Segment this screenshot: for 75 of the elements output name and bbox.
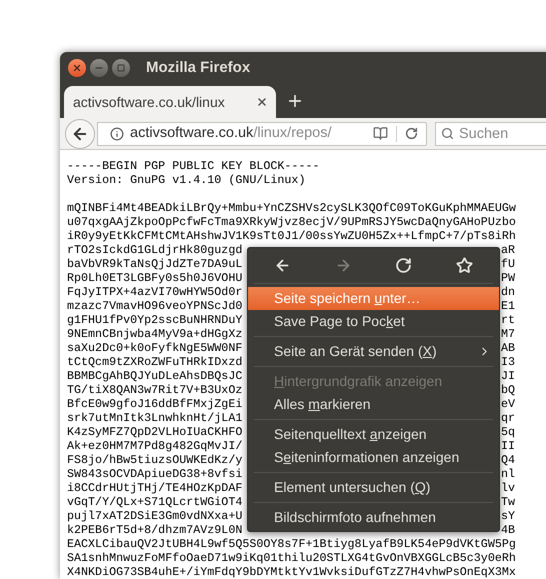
key-text-line: lv [500, 481, 515, 495]
key-text-line: vGqT/Y/QLx+S71QLcrtWGiOT4 [67, 495, 242, 509]
reader-view-icon[interactable] [373, 126, 388, 141]
key-text-line: M7 [500, 327, 515, 341]
key-header-line: -----BEGIN PGP PUBLIC KEY BLOCK----- [67, 159, 320, 173]
key-text-line: baVbVR9kTaNsQjJdZTe7DA9uL [67, 257, 242, 271]
menu-item[interactable]: Bildschirmfoto aufnehmen [248, 506, 499, 529]
key-text-line: X4NKDiOG73SB4uhE+/iYmFdqY9bDYMtktYv1WvksiDufGTzZ7H4vhwPsOnEqX3Mx [67, 565, 516, 579]
key-text-line: BBMBCgAhBQJYuDLeAhsDBQsJC [67, 369, 242, 383]
key-text-line: JI [500, 369, 515, 383]
new-tab-icon[interactable] [286, 92, 304, 110]
key-text-line: AB [500, 341, 515, 355]
address-bar[interactable]: activsoftware.co.uk/linux/repos/ [97, 122, 427, 146]
browser-tab[interactable]: activsoftware.co.uk/linux [64, 86, 276, 118]
key-text-line: dn [500, 285, 515, 299]
key-text-line: tCtQcm9tZXRoZWFuTHRkIDxzd [67, 355, 242, 369]
key-text-line: E1 [500, 299, 515, 313]
key-text-line: iR0y9yEtKkCFMtCMtAHshwJV1K9sTt0J1/00ssYwZU0H5Zx++LfmpC+7/pTs8iRh [67, 229, 516, 243]
key-text-line: fU [500, 257, 515, 271]
key-text-line: FS8jo/hBw5tiuzsOUWKEdKz/y [67, 453, 242, 467]
reload-icon[interactable] [405, 127, 418, 140]
back-button[interactable] [65, 118, 95, 148]
key-text-line: rt [500, 313, 515, 327]
key-text-line: pujl7xAT2DSiE3Gm0vdNXxa+U [67, 509, 242, 523]
key-text-line: bQ [500, 383, 515, 397]
key-text-line: k2PEB6rT5d+8/dhzm7AVz9L0N [67, 523, 242, 537]
key-text-line: 5q [500, 425, 515, 439]
key-text-line: TG/tiX8QAN3w7Rit7V+B3UxOz [67, 383, 242, 397]
key-text-line: sY [500, 509, 515, 523]
key-text-line: I3 [500, 355, 515, 369]
key-text-line: EACXLCibauQV2JtUBH4L9wf5Q5S0OY8s7F+1Btiyg8LyafB9LK54eP9dVKtGW5Pg [67, 537, 516, 551]
key-text-line: 4B [500, 523, 515, 537]
key-text-line: nl [500, 467, 515, 481]
minimize-button[interactable] [90, 59, 108, 77]
key-text-line: u07qxgAAjZkpoOpPcfwFcTma9XRkyWjvz8ecjV/9UPmRSJY5wcDaQnyGAHoPUzbo [67, 215, 516, 229]
key-text-line: Q4 [500, 453, 515, 467]
window-title: Mozilla Firefox [146, 58, 250, 78]
key-text-line: saXu2Dc0+k0oFyfkNgE5WW0NF [67, 341, 242, 355]
search-field[interactable]: Suchen [435, 122, 546, 146]
key-text-line: FqJyITPX+4azVI70wHYW5Od0r [67, 285, 242, 299]
close-icon [72, 63, 82, 73]
menu-item[interactable]: Seite an Gerät senden (X) [248, 340, 499, 363]
key-text-line: g1FHU1fPv0Yp2sscBuNHRNDuY [67, 313, 242, 327]
star-icon[interactable] [456, 256, 473, 274]
key-text-line: Ak+ez0HM7M7Pd8g482GqMvJI/ [67, 439, 242, 453]
back-icon[interactable] [274, 256, 291, 274]
key-text-line: i8CCdrHUtjTHj/TE4HOzKpDAF [67, 481, 242, 495]
key-text-line: rTO2sIckdG1GLdjrHk80guzgd [67, 243, 242, 257]
info-icon[interactable] [110, 126, 124, 140]
close-button[interactable] [68, 59, 86, 77]
key-text-line: Rp0Lh0ET3LGBFy0s5h0J6VOHU [67, 271, 242, 285]
key-text-line: 9NEmnCBnjwba4MyV9a+dHGgXz [67, 327, 242, 341]
menu-item[interactable]: Save Page to Pocket [248, 310, 499, 333]
key-text-line: SA1snhMnwuzFoMFfoOaeD71w9iKq01thilu20STLXG4tGvOnVBXGGLcB5c3y0eRh [67, 551, 516, 565]
key-text-line: II [500, 439, 515, 453]
menu-item[interactable]: Element untersuchen (Q) [248, 476, 499, 499]
key-text-line: BfcE0w9gfoJ16ddBfFMxjZgEi [67, 397, 242, 411]
key-text-line: Tw [500, 495, 515, 509]
maximize-icon [117, 64, 125, 72]
tab-close-icon[interactable] [256, 96, 268, 108]
key-text-line: SW843sOCVDApiueDG38+8vfsi [67, 467, 242, 481]
menu-item[interactable]: Alles markieren [248, 393, 499, 416]
key-text-line: qr [500, 411, 515, 425]
key-header-line: Version: GnuPG v1.4.10 (GNU/Linux) [67, 173, 306, 187]
menu-item[interactable]: Seiteninformationen anzeigen [248, 446, 499, 469]
key-text-line: mzazc7VmavHO96veoYPNScJd0 [67, 299, 242, 313]
key-text-line: aR [500, 243, 515, 257]
maximize-button[interactable] [112, 59, 130, 77]
key-text-line: PW [500, 271, 515, 285]
key-text-line: mQINBFi4Mt4BEADkiLBrQy+Mmbu+YnCZSHVs2cySLK3QOfC09ToKGuKphMMAEUGw [67, 201, 516, 215]
search-icon [441, 126, 454, 140]
menu-item[interactable]: Seitenquelltext anzeigen [248, 423, 499, 446]
key-text-line: eV [500, 397, 515, 411]
key-text-line: srk7utMnItk3LnwhknHt/jLA1 [67, 411, 242, 425]
key-text-line: K4zSyMFZ7QpD2VLHoIUaCKHFO [67, 425, 242, 439]
